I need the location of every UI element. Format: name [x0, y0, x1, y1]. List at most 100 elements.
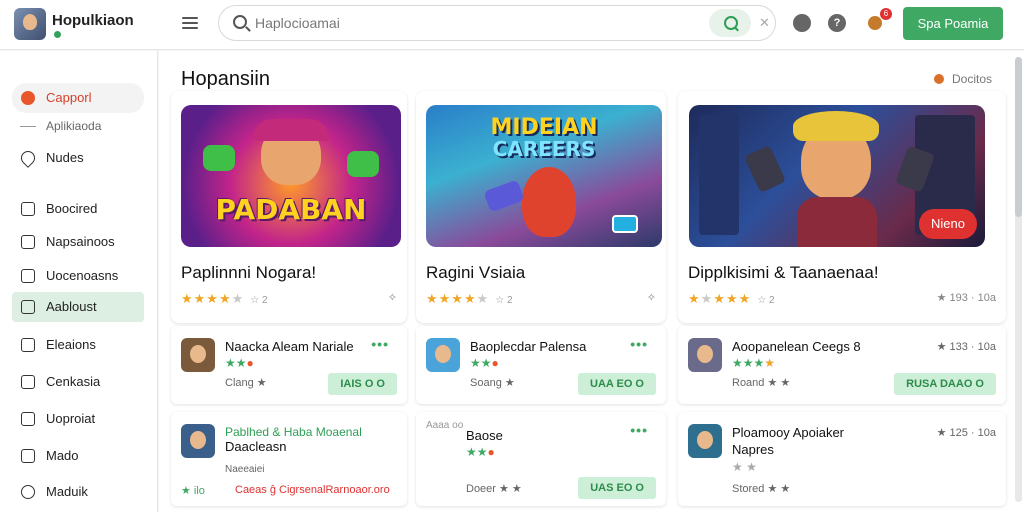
controller-illustration [483, 179, 525, 213]
filter-link[interactable]: Docitos [934, 72, 992, 86]
upload-icon [21, 412, 35, 426]
featured-game-card[interactable]: PADABAN Paplinnni Nogara! ★★★★★ ☆ 2 ✧ [171, 91, 407, 323]
filter-label: Docitos [952, 72, 993, 86]
sidebar-item-label: Capporl [46, 90, 92, 105]
character-hat [253, 119, 329, 141]
install-button[interactable]: RUSA DAAO O [894, 373, 996, 395]
mini-rating-icons: ★★● [466, 445, 495, 459]
game-logo-text: PADABAN [215, 193, 367, 226]
more-options-icon[interactable]: ••• [630, 422, 648, 438]
search-clear-icon[interactable]: ✕ [759, 15, 770, 31]
background-machine [699, 115, 739, 235]
rating-count: ☆ 2 [757, 295, 775, 306]
more-options-icon[interactable]: ••• [371, 336, 389, 352]
home-icon [21, 91, 35, 105]
game-name: Ploamooy Apoiaker [732, 425, 845, 440]
phone-illustration [743, 144, 787, 194]
game-list-card[interactable]: Pablhed & Haba Moaenal Daacleasn Naeeaie… [171, 412, 407, 506]
rating-stars: ★★★★★ ☆ 2 [181, 291, 268, 306]
sidebar-item-capporl[interactable]: Capporl [12, 83, 144, 113]
top-bar: Hopulkiaon ✕ ? 6 Spa Poamia [0, 0, 1024, 50]
game-link-text[interactable]: Caeas ĝ CigrsenalRarnoaor.oro [235, 484, 390, 496]
game-list-card[interactable]: Naacka Aleam Nariale ★★● Clang ★ ••• IAI… [171, 326, 407, 404]
sidekick-illustration [203, 145, 235, 171]
sidebar-item-uoproiat[interactable]: Uoproiat [12, 404, 144, 434]
game-name: Pablhed & Haba Moaenal [225, 425, 362, 439]
rating-count: ☆ 2 [495, 295, 513, 306]
game-avatar [426, 338, 460, 372]
game-list-card[interactable]: Ploamooy Apoiaker Napres ★ ★ Stored ★ ★ … [678, 412, 1006, 506]
sidebar-item-napsainoos[interactable]: Napsainoos [12, 227, 144, 257]
featured-game-title: Dipplkisimi & Taanaenaa! [688, 263, 879, 282]
game-category-label: Aaaa oo [426, 420, 464, 431]
more-options-icon[interactable]: ✧ [647, 291, 656, 304]
bookmark-icon [21, 202, 35, 216]
sidebar-item-label: Aplikiaoda [46, 119, 102, 133]
square-icon [21, 375, 35, 389]
featured-game-card[interactable]: MIDEIAN CAREERS Ragini Vsiaia ★★★★★ ☆ 2 ✧ [416, 91, 666, 323]
sidebar-item-eleaions[interactable]: Eleaions [12, 330, 144, 360]
help-icon[interactable]: ? [828, 14, 846, 32]
account-icon[interactable] [793, 14, 811, 32]
game-genre: Soang ★ [470, 377, 515, 389]
online-status-icon [52, 29, 63, 40]
sidebar-item-cenkasia[interactable]: Cenkasia [12, 367, 144, 397]
sidebar-item-label: Maduik [46, 484, 88, 499]
featured-game-card[interactable]: Nieno Dipplkisimi & Taanaenaa! ★★★★★ ☆ 2 … [678, 91, 1006, 323]
featured-game-image: MIDEIAN CAREERS [426, 105, 662, 247]
featured-game-image: PADABAN [181, 105, 401, 247]
sidebar-item-maduik[interactable]: Maduik [12, 477, 144, 507]
lock-icon [21, 338, 35, 352]
sidebar-item-aabloust[interactable]: Aabloust [12, 292, 144, 322]
search-icon [233, 15, 247, 29]
game-list-card[interactable]: Aoopanelean Ceegs 8 ★★★★ Roand ★ ★ ★ 133… [678, 326, 1006, 404]
rating-meta: ★ 133 · 10a [936, 341, 996, 353]
more-options-icon[interactable]: ✧ [388, 291, 397, 304]
sidebar-item-label: Eleaions [46, 337, 96, 352]
more-options-icon[interactable]: ••• [630, 336, 648, 352]
game-genre: Stored ★ ★ [732, 483, 791, 495]
game-avatar [181, 424, 215, 458]
game-list-card[interactable]: Baoplecdar Palensa ★★● Soang ★ ••• UAA E… [416, 326, 666, 404]
tree-line-icon [20, 126, 36, 127]
install-button[interactable]: UAS EO O [578, 477, 656, 499]
install-button[interactable]: IAIS O O [328, 373, 397, 395]
game-list-card[interactable]: Aaaa oo Baose ★★● Doeer ★ ★ ••• UAS EO O [416, 412, 666, 506]
vertical-scrollbar[interactable] [1015, 57, 1022, 502]
featured-game-title: Paplinnni Nogara! [181, 263, 317, 282]
brand-name: Hopulkiaon [52, 12, 134, 29]
sidebar-item-nudes[interactable]: Nudes [12, 143, 144, 173]
sidebar-item-mado[interactable]: Mado [12, 441, 144, 471]
sidebar-item-label: Mado [46, 448, 79, 463]
primary-cta-button[interactable]: Spa Poamia [903, 7, 1003, 40]
rating-meta: ★ 193 · 10a [936, 292, 996, 304]
folder-icon [21, 300, 35, 314]
game-genre: Doeer ★ ★ [466, 483, 522, 495]
sidebar-item-label: Nudes [46, 150, 84, 165]
rating-meta: ★ 125 · 10a [936, 427, 996, 439]
game-name: Baoplecdar Palensa [470, 339, 587, 354]
install-button[interactable]: UAA EO O [578, 373, 656, 395]
brand-avatar[interactable] [14, 8, 46, 40]
search-submit-icon[interactable] [709, 9, 751, 37]
main-content: Hopansiin Docitos PADABAN Paplinnni Noga… [159, 51, 1024, 512]
search-input[interactable] [255, 12, 715, 34]
game-name-secondary: Napres [732, 442, 774, 457]
game-tags: Naeeaiei [225, 464, 265, 475]
game-rating-inline: ★ ilo [181, 485, 205, 497]
sidebar-item-boocired[interactable]: Boocired [12, 194, 144, 224]
rating-stars: ★★★★★ ☆ 2 [426, 291, 513, 306]
rating-stars: ★★★★★ ☆ 2 [688, 291, 775, 306]
sidebar: Capporl Aplikiaoda Nudes Boocired Napsai… [0, 51, 158, 512]
character-jacket [797, 197, 877, 247]
game-genre: Roand ★ ★ [732, 377, 791, 389]
document-icon [21, 235, 35, 249]
sidebar-item-label: Uocenoasns [46, 268, 119, 283]
featured-game-image: Nieno [689, 105, 985, 247]
game-genre: Clang ★ [225, 377, 267, 389]
hamburger-menu-icon[interactable] [180, 14, 200, 32]
game-logo-subtext: CAREERS [492, 137, 596, 161]
search-bar: ✕ [218, 5, 776, 41]
game-avatar [688, 424, 722, 458]
sidebar-item-uocenoasns[interactable]: Uocenoasns [12, 261, 144, 291]
